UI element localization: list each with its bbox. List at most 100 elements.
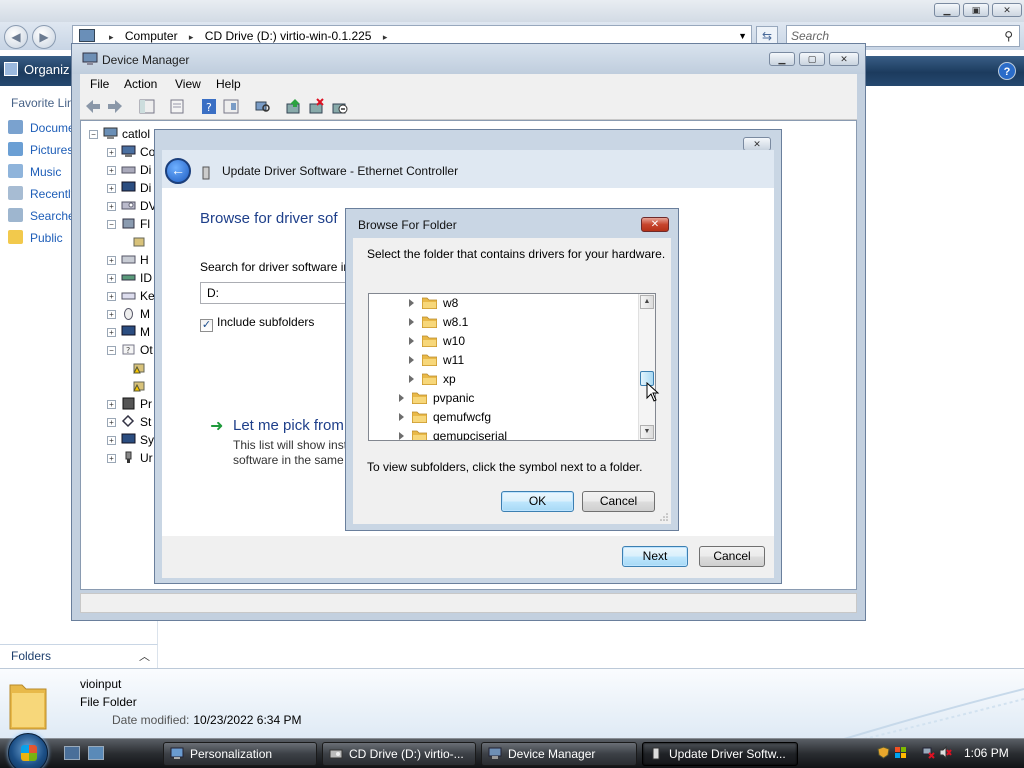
tree-subitem[interactable] bbox=[131, 377, 150, 395]
expand-icon[interactable]: + bbox=[107, 310, 116, 319]
expand-triangle-icon[interactable] bbox=[409, 375, 414, 383]
tree-item[interactable]: + Di bbox=[107, 161, 151, 179]
breadcrumb-computer[interactable]: Computer bbox=[125, 29, 178, 43]
back-button[interactable]: ◀ bbox=[4, 25, 28, 49]
expand-triangle-icon[interactable] bbox=[399, 394, 404, 402]
search-icon[interactable]: ⚲ bbox=[1004, 26, 1013, 46]
folder-tree[interactable]: w8 w8.1 w10 w11 xp pvpanic qemufwcfg qem… bbox=[368, 293, 656, 441]
menu-view[interactable]: View bbox=[175, 77, 201, 91]
cancel-button[interactable]: Cancel bbox=[699, 546, 765, 567]
help-icon[interactable]: ? bbox=[998, 62, 1016, 80]
forward-arrow-icon[interactable] bbox=[106, 98, 124, 115]
folder-item[interactable]: qemufwcfg bbox=[399, 408, 491, 427]
taskbar-item-cd-drive[interactable]: CD Drive (D:) virtio-... bbox=[322, 742, 476, 766]
close-button[interactable]: ✕ bbox=[743, 137, 771, 151]
back-arrow-icon[interactable]: ← bbox=[165, 158, 191, 184]
tree-item[interactable]: + DV bbox=[107, 197, 157, 215]
breadcrumb-cd-drive[interactable]: CD Drive (D:) virtio-win-0.1.225 bbox=[205, 29, 372, 43]
console-tree-icon[interactable] bbox=[138, 98, 156, 115]
cancel-button[interactable]: Cancel bbox=[582, 491, 655, 512]
expand-icon[interactable]: + bbox=[107, 400, 116, 409]
tree-item[interactable]: + Ke bbox=[107, 287, 155, 305]
ok-button[interactable]: OK bbox=[501, 491, 574, 512]
expand-triangle-icon[interactable] bbox=[399, 413, 404, 421]
include-subfolders-checkbox[interactable]: ✓ Include subfolders bbox=[200, 315, 314, 332]
tree-item[interactable]: −? Ot bbox=[107, 341, 153, 359]
scroll-up-arrow-icon[interactable]: ▲ bbox=[640, 295, 654, 309]
device-manager-titlebar[interactable]: Device Manager ▁ ▢ ✕ bbox=[72, 44, 865, 74]
folder-item[interactable]: xp bbox=[409, 370, 456, 389]
maximize-button[interactable]: ▢ bbox=[799, 52, 825, 66]
close-button[interactable]: ✕ bbox=[992, 3, 1022, 17]
tree-item[interactable]: + Pr bbox=[107, 395, 152, 413]
view-icon[interactable] bbox=[222, 98, 240, 115]
menu-file[interactable]: File bbox=[90, 77, 109, 91]
start-button[interactable] bbox=[8, 733, 48, 768]
minimize-button[interactable]: ▁ bbox=[934, 3, 960, 17]
expand-icon[interactable]: + bbox=[107, 454, 116, 463]
update-driver-icon[interactable] bbox=[285, 98, 303, 115]
expand-triangle-icon[interactable] bbox=[409, 299, 414, 307]
expand-triangle-icon[interactable] bbox=[399, 432, 404, 440]
switch-windows-icon[interactable] bbox=[88, 746, 104, 760]
expand-icon[interactable]: + bbox=[107, 292, 116, 301]
tree-item[interactable]: − Fl bbox=[107, 215, 150, 233]
uninstall-device-icon[interactable] bbox=[308, 98, 326, 115]
favorite-public[interactable]: Public bbox=[8, 228, 63, 248]
tree-subitem[interactable] bbox=[131, 359, 150, 377]
show-desktop-icon[interactable] bbox=[64, 746, 80, 760]
taskbar-item-update-driver[interactable]: Update Driver Softw... bbox=[642, 742, 798, 766]
forward-button[interactable]: ▶ bbox=[32, 25, 56, 49]
tree-item[interactable]: + Ur bbox=[107, 449, 153, 467]
folder-item[interactable]: pvpanic bbox=[399, 389, 474, 408]
taskbar-item-device-manager[interactable]: Device Manager bbox=[481, 742, 637, 766]
help-icon[interactable]: ? bbox=[200, 98, 218, 115]
vertical-scrollbar[interactable]: ▲ ▼ bbox=[638, 294, 655, 440]
tree-root[interactable]: − catlol bbox=[89, 125, 150, 143]
favorite-music[interactable]: Music bbox=[8, 162, 61, 182]
collapse-icon[interactable]: − bbox=[89, 130, 98, 139]
disable-device-icon[interactable] bbox=[331, 98, 349, 115]
tree-item[interactable]: + H bbox=[107, 251, 149, 269]
tree-item[interactable]: + M bbox=[107, 305, 150, 323]
expand-icon[interactable]: + bbox=[107, 184, 116, 193]
menu-help[interactable]: Help bbox=[216, 77, 241, 91]
folders-toggle[interactable]: Folders ︿ bbox=[0, 644, 158, 668]
favorite-pictures[interactable]: Pictures bbox=[8, 140, 73, 160]
folder-item[interactable]: qemupciserial bbox=[399, 427, 507, 440]
folder-item[interactable]: w8 bbox=[409, 294, 458, 313]
clock[interactable]: 1:06 PM bbox=[964, 746, 1009, 760]
organize-button[interactable]: Organiz bbox=[4, 62, 70, 77]
tree-item[interactable]: + ID bbox=[107, 269, 152, 287]
expand-icon[interactable]: + bbox=[107, 166, 116, 175]
resize-grip-icon[interactable] bbox=[660, 513, 668, 521]
folder-item[interactable]: w11 bbox=[409, 351, 464, 370]
tree-item[interactable]: + M bbox=[107, 323, 150, 341]
folder-item[interactable]: w10 bbox=[409, 332, 465, 351]
expand-icon[interactable]: + bbox=[107, 274, 116, 283]
windows-flag-icon[interactable] bbox=[894, 746, 907, 759]
taskbar-item-personalization[interactable]: Personalization bbox=[163, 742, 317, 766]
close-button[interactable]: ✕ bbox=[829, 52, 859, 66]
tree-item[interactable]: + St bbox=[107, 413, 151, 431]
network-disconnected-icon[interactable] bbox=[922, 746, 935, 759]
minimize-button[interactable]: ▁ bbox=[769, 52, 795, 66]
expand-triangle-icon[interactable] bbox=[409, 356, 414, 364]
expand-icon[interactable]: + bbox=[107, 418, 116, 427]
favorite-documents[interactable]: Docume bbox=[8, 118, 75, 138]
tree-subitem[interactable] bbox=[131, 233, 150, 251]
security-shield-icon[interactable] bbox=[877, 746, 890, 759]
favorite-recently-changed[interactable]: Recently bbox=[8, 184, 77, 204]
pick-from-list-link[interactable]: Let me pick from bbox=[233, 417, 344, 434]
close-button[interactable]: ✕ bbox=[641, 217, 669, 232]
next-button[interactable]: Next bbox=[622, 546, 688, 567]
collapse-icon[interactable]: − bbox=[107, 346, 116, 355]
collapse-icon[interactable]: − bbox=[107, 220, 116, 229]
expand-icon[interactable]: + bbox=[107, 148, 116, 157]
scan-hardware-icon[interactable] bbox=[254, 98, 272, 115]
expand-icon[interactable]: + bbox=[107, 328, 116, 337]
back-arrow-icon[interactable] bbox=[84, 98, 102, 115]
expand-icon[interactable]: + bbox=[107, 436, 116, 445]
expand-triangle-icon[interactable] bbox=[409, 337, 414, 345]
expand-triangle-icon[interactable] bbox=[409, 318, 414, 326]
